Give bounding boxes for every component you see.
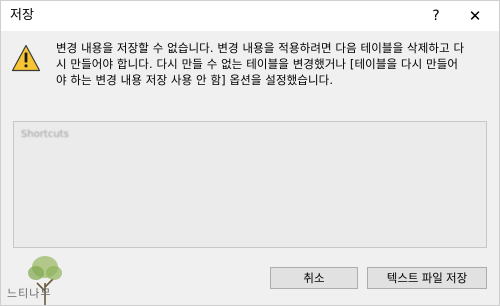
message-line: 변경 내용을 저장할 수 없습니다. 변경 내용을 적용하려면 다음 테이블을 … [56, 41, 465, 55]
close-button[interactable]: ✕ [463, 6, 487, 26]
watermark-logo: 느티나무 [1, 253, 81, 306]
watermark-text: 느티나무 [7, 287, 52, 300]
save-dialog: 저장 ? ✕ 변경 내용을 저장할 수 없습니다. 변경 내용을 적용하려면 다… [0, 0, 500, 306]
details-text: Shortcuts [21, 129, 69, 140]
cancel-button[interactable]: 취소 [270, 267, 358, 289]
message-line: 시 만들어야 합니다. 다시 만들 수 없는 테이블을 변경했거나 [테이블을 … [56, 57, 459, 71]
save-text-file-button[interactable]: 텍스트 파일 저장 [367, 267, 487, 289]
warning-message: 변경 내용을 저장할 수 없습니다. 변경 내용을 적용하려면 다음 테이블을 … [56, 40, 486, 88]
message-line: 야 하는 변경 내용 저장 사용 안 함] 옵션을 설정했습니다. [56, 73, 334, 87]
dialog-title: 저장 [10, 8, 34, 23]
help-button[interactable]: ? [424, 6, 448, 26]
title-bar: 저장 ? ✕ [1, 1, 499, 31]
warning-icon [11, 44, 41, 72]
details-textbox[interactable]: Shortcuts [13, 121, 487, 248]
